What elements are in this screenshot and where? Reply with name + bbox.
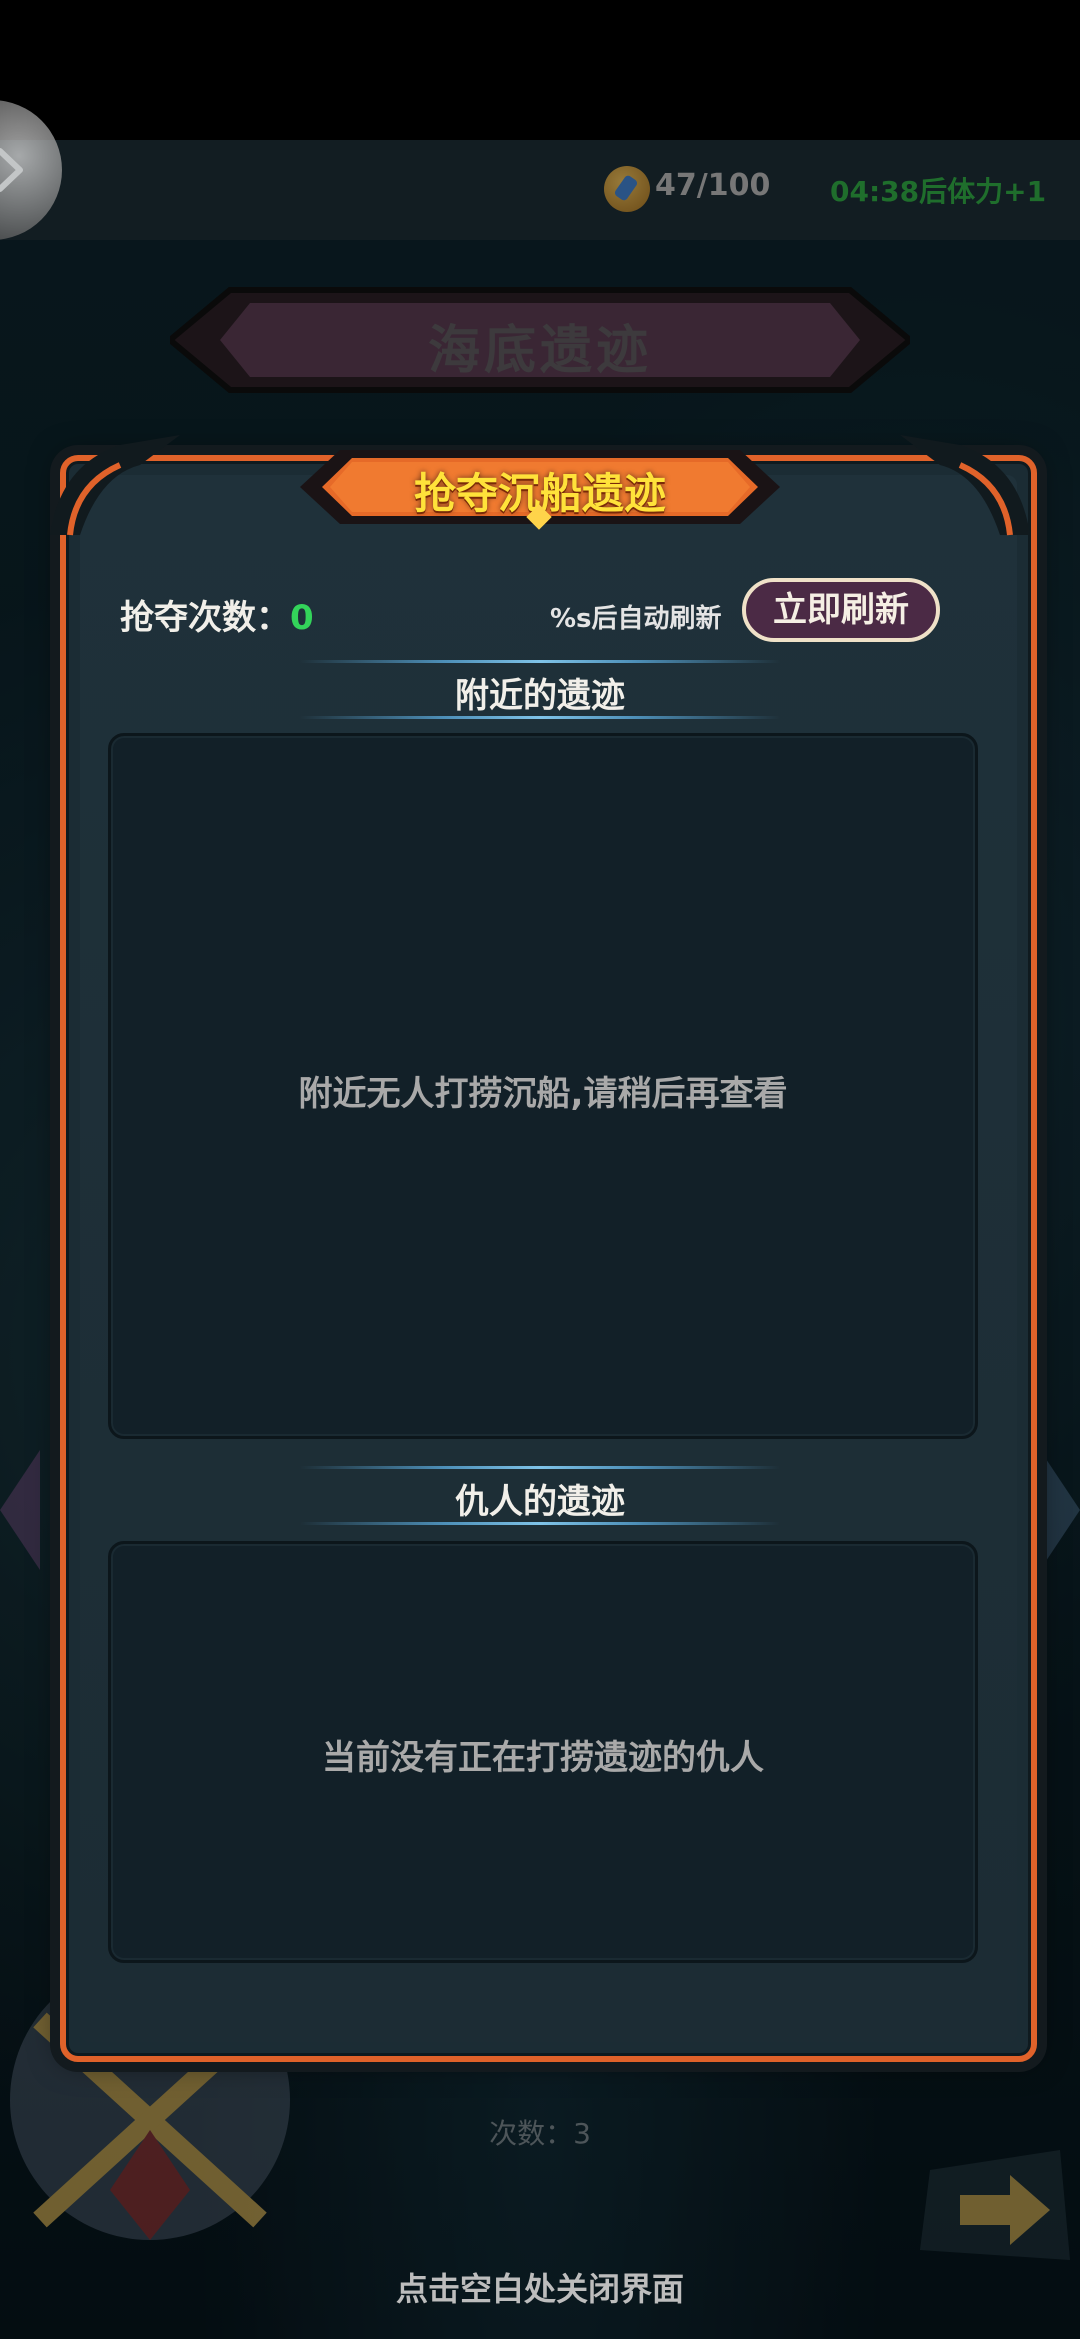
forward-arrow-icon[interactable] bbox=[910, 2140, 1080, 2270]
auto-refresh-text: %s后自动刷新 bbox=[550, 604, 722, 634]
stamina-timer: 04:38后体力+1 bbox=[830, 175, 1047, 208]
nearby-ruins-panel: 附近无人打捞沉船,请稍后再查看 bbox=[108, 733, 978, 1439]
stamina-compass-icon bbox=[604, 166, 650, 212]
enemy-ruins-heading: 仇人的遗迹 bbox=[455, 1482, 625, 1522]
chevron-right-icon bbox=[0, 148, 23, 192]
section-divider bbox=[300, 716, 780, 719]
enemy-empty-message: 当前没有正在打捞遗迹的仇人 bbox=[322, 1738, 764, 1778]
rob-attempts-text: 抢夺次数： bbox=[120, 598, 290, 638]
enemy-ruins-panel: 当前没有正在打捞遗迹的仇人 bbox=[108, 1541, 978, 1963]
nearby-ruins-heading: 附近的遗迹 bbox=[455, 676, 625, 716]
rob-attempts-count: 0 bbox=[290, 598, 314, 638]
nearby-empty-message: 附近无人打捞沉船,请稍后再查看 bbox=[298, 1074, 788, 1114]
close-hint: 点击空白处关闭界面 bbox=[395, 2270, 684, 2308]
page-title: 海底遗迹 bbox=[427, 321, 652, 381]
section-divider bbox=[300, 1466, 780, 1469]
stamina-value: 47/100 bbox=[655, 168, 771, 203]
rob-attempts-label: 抢夺次数：0 bbox=[120, 590, 314, 639]
section-divider bbox=[300, 660, 780, 663]
refresh-now-button[interactable]: 立即刷新 bbox=[742, 578, 940, 642]
section-divider bbox=[300, 1522, 780, 1525]
